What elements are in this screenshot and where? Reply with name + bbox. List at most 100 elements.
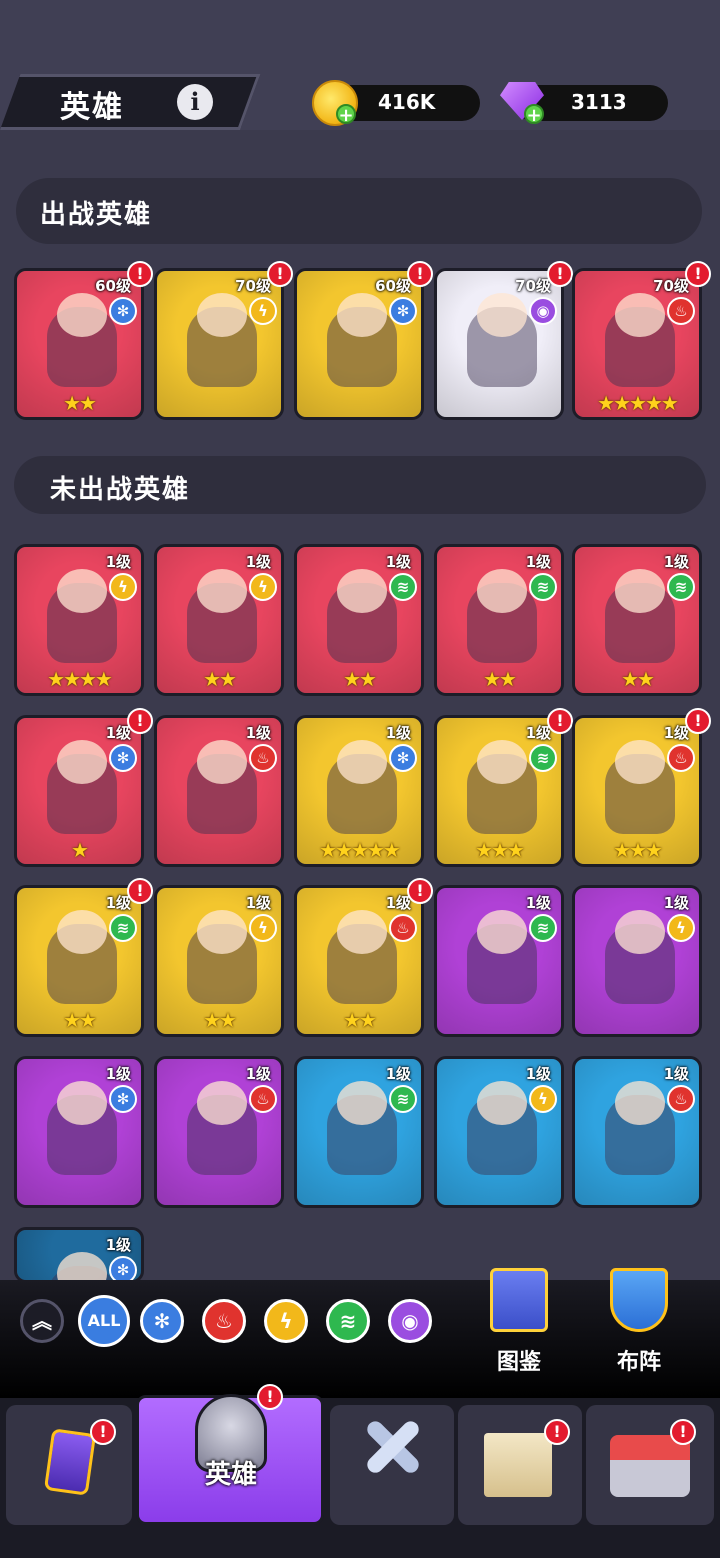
eye-element-icon: ◉	[529, 297, 557, 325]
hero-stars: ★★	[203, 1008, 237, 1032]
hero-card[interactable]: 1级 ✻	[14, 1056, 144, 1208]
hero-portrait-head	[615, 569, 665, 613]
hero-level: 1级	[663, 894, 689, 912]
fire-element-icon: ♨	[667, 744, 695, 772]
hero-card[interactable]: 60级 ✻!	[294, 261, 433, 420]
cards-alert-badge: !	[90, 1419, 116, 1445]
hero-card[interactable]: 70级 ϟ!	[154, 261, 293, 420]
hero-level: 60级	[95, 277, 131, 295]
filter-eye-icon[interactable]: ◉	[388, 1299, 432, 1343]
hero-card[interactable]: 70级 ◉!	[434, 261, 573, 420]
hero-level: 1级	[245, 1065, 271, 1083]
hero-card[interactable]: 60级 ✻ ★★!	[14, 261, 153, 420]
hero-card[interactable]: 1级 ≋	[434, 885, 564, 1037]
hero-portrait-head	[477, 569, 527, 613]
hero-stars: ★★★	[613, 838, 663, 862]
wind-element-icon: ≋	[389, 1085, 417, 1113]
add-gems-icon[interactable]: +	[524, 104, 544, 126]
nav-tab-cards[interactable]: !	[6, 1405, 132, 1525]
inactive-section-title: 未出战英雄	[50, 475, 191, 505]
shield-icon	[610, 1268, 668, 1332]
nav-tab-shop[interactable]: !	[586, 1405, 714, 1525]
gem-amount: 3113	[571, 90, 627, 114]
hero-card[interactable]: 70级 ♨ ★★★★★!	[572, 261, 711, 420]
hero-stars: ★	[71, 838, 89, 862]
lightning-element-icon: ϟ	[249, 297, 277, 325]
castle-alert-badge: !	[544, 1419, 570, 1445]
filter-all[interactable]: ALL	[78, 1295, 130, 1347]
hero-alert-badge: !	[685, 261, 711, 287]
hero-portrait-head	[337, 910, 387, 954]
hero-portrait-head	[477, 293, 527, 337]
hero-card[interactable]: 1级 ♨	[572, 1056, 702, 1208]
hero-card[interactable]: 1级 ✻	[14, 1227, 144, 1284]
hero-portrait-head	[57, 1081, 107, 1125]
wind-element-icon: ≋	[529, 744, 557, 772]
hero-level: 1级	[105, 553, 131, 571]
fire-element-icon: ♨	[667, 297, 695, 325]
filter-wind-icon[interactable]: ≋	[326, 1299, 370, 1343]
hero-card[interactable]: 1级 ♨	[154, 715, 284, 867]
filter-fire-icon[interactable]: ♨	[202, 1299, 246, 1343]
hero-level: 60级	[375, 277, 411, 295]
info-icon[interactable]: i	[177, 84, 213, 120]
lightning-element-icon: ϟ	[249, 914, 277, 942]
hero-stars: ★★	[63, 391, 97, 415]
hero-portrait-head	[197, 1081, 247, 1125]
hero-card[interactable]: 1级 ≋ ★★!	[14, 878, 153, 1037]
wind-element-icon: ≋	[667, 573, 695, 601]
hero-card[interactable]: 1级 ♨ ★★!	[294, 878, 433, 1037]
frost-element-icon: ✻	[389, 297, 417, 325]
hero-stars: ★★	[621, 667, 655, 691]
hero-stars: ★★★	[475, 838, 525, 862]
hero-card[interactable]: 1级 ϟ ★★	[154, 885, 284, 1037]
hero-card[interactable]: 1级 ≋ ★★	[294, 544, 424, 696]
nav-tab-battle[interactable]	[330, 1405, 454, 1525]
hero-card[interactable]: 1级 ♨	[154, 1056, 284, 1208]
hero-card[interactable]: 1级 ϟ ★★	[154, 544, 284, 696]
hero-card[interactable]: 1级 ≋ ★★★!	[434, 708, 573, 867]
hero-card[interactable]: 1级 ≋ ★★	[434, 544, 564, 696]
frost-element-icon: ✻	[109, 297, 137, 325]
hero-level: 1级	[245, 553, 271, 571]
nav-tab-heroes[interactable]: 英雄 !	[136, 1384, 324, 1525]
hero-stars: ★★★★★	[319, 838, 401, 862]
hero-level: 1级	[525, 553, 551, 571]
add-coins-icon[interactable]: +	[336, 104, 356, 126]
hero-card[interactable]: 1级 ϟ ★★★★	[14, 544, 144, 696]
fire-element-icon: ♨	[249, 744, 277, 772]
title-panel	[0, 74, 261, 130]
collapse-icon[interactable]: ︽	[20, 1299, 64, 1343]
hero-card[interactable]: 1级 ϟ	[572, 885, 702, 1037]
hero-portrait-head	[337, 1081, 387, 1125]
lightning-element-icon: ϟ	[667, 914, 695, 942]
active-section-title: 出战英雄	[40, 200, 153, 230]
hero-card[interactable]: 1级 ♨ ★★★!	[572, 708, 711, 867]
hero-level: 1级	[245, 724, 271, 742]
hero-card[interactable]: 1级 ✻ ★!	[14, 708, 153, 867]
hero-alert-badge: !	[685, 708, 711, 734]
hero-stars: ★★	[483, 667, 517, 691]
hero-card[interactable]: 1级 ≋ ★★	[572, 544, 702, 696]
hero-level: 1级	[525, 894, 551, 912]
lightning-element-icon: ϟ	[249, 573, 277, 601]
hero-portrait-head	[615, 1081, 665, 1125]
frost-element-icon: ✻	[109, 1085, 137, 1113]
hero-card[interactable]: 1级 ✻ ★★★★★	[294, 715, 424, 867]
hero-level: 1级	[663, 1065, 689, 1083]
hero-level: 1级	[105, 1236, 131, 1254]
nav-tab-castle[interactable]: !	[458, 1405, 582, 1525]
filter-lightning-icon[interactable]: ϟ	[264, 1299, 308, 1343]
hero-portrait-head	[197, 740, 247, 784]
hero-card[interactable]: 1级 ϟ	[434, 1056, 564, 1208]
hero-alert-badge: !	[547, 708, 573, 734]
formation-label: 布阵	[616, 1350, 661, 1375]
formation-button[interactable]: 布阵	[604, 1268, 674, 1376]
hero-portrait-head	[337, 740, 387, 784]
filter-frost-icon[interactable]: ✻	[140, 1299, 184, 1343]
hero-alert-badge: !	[127, 878, 153, 904]
hero-level: 1级	[245, 894, 271, 912]
hero-card[interactable]: 1级 ≋	[294, 1056, 424, 1208]
codex-button[interactable]: 图鉴	[484, 1268, 554, 1376]
wind-element-icon: ≋	[389, 573, 417, 601]
